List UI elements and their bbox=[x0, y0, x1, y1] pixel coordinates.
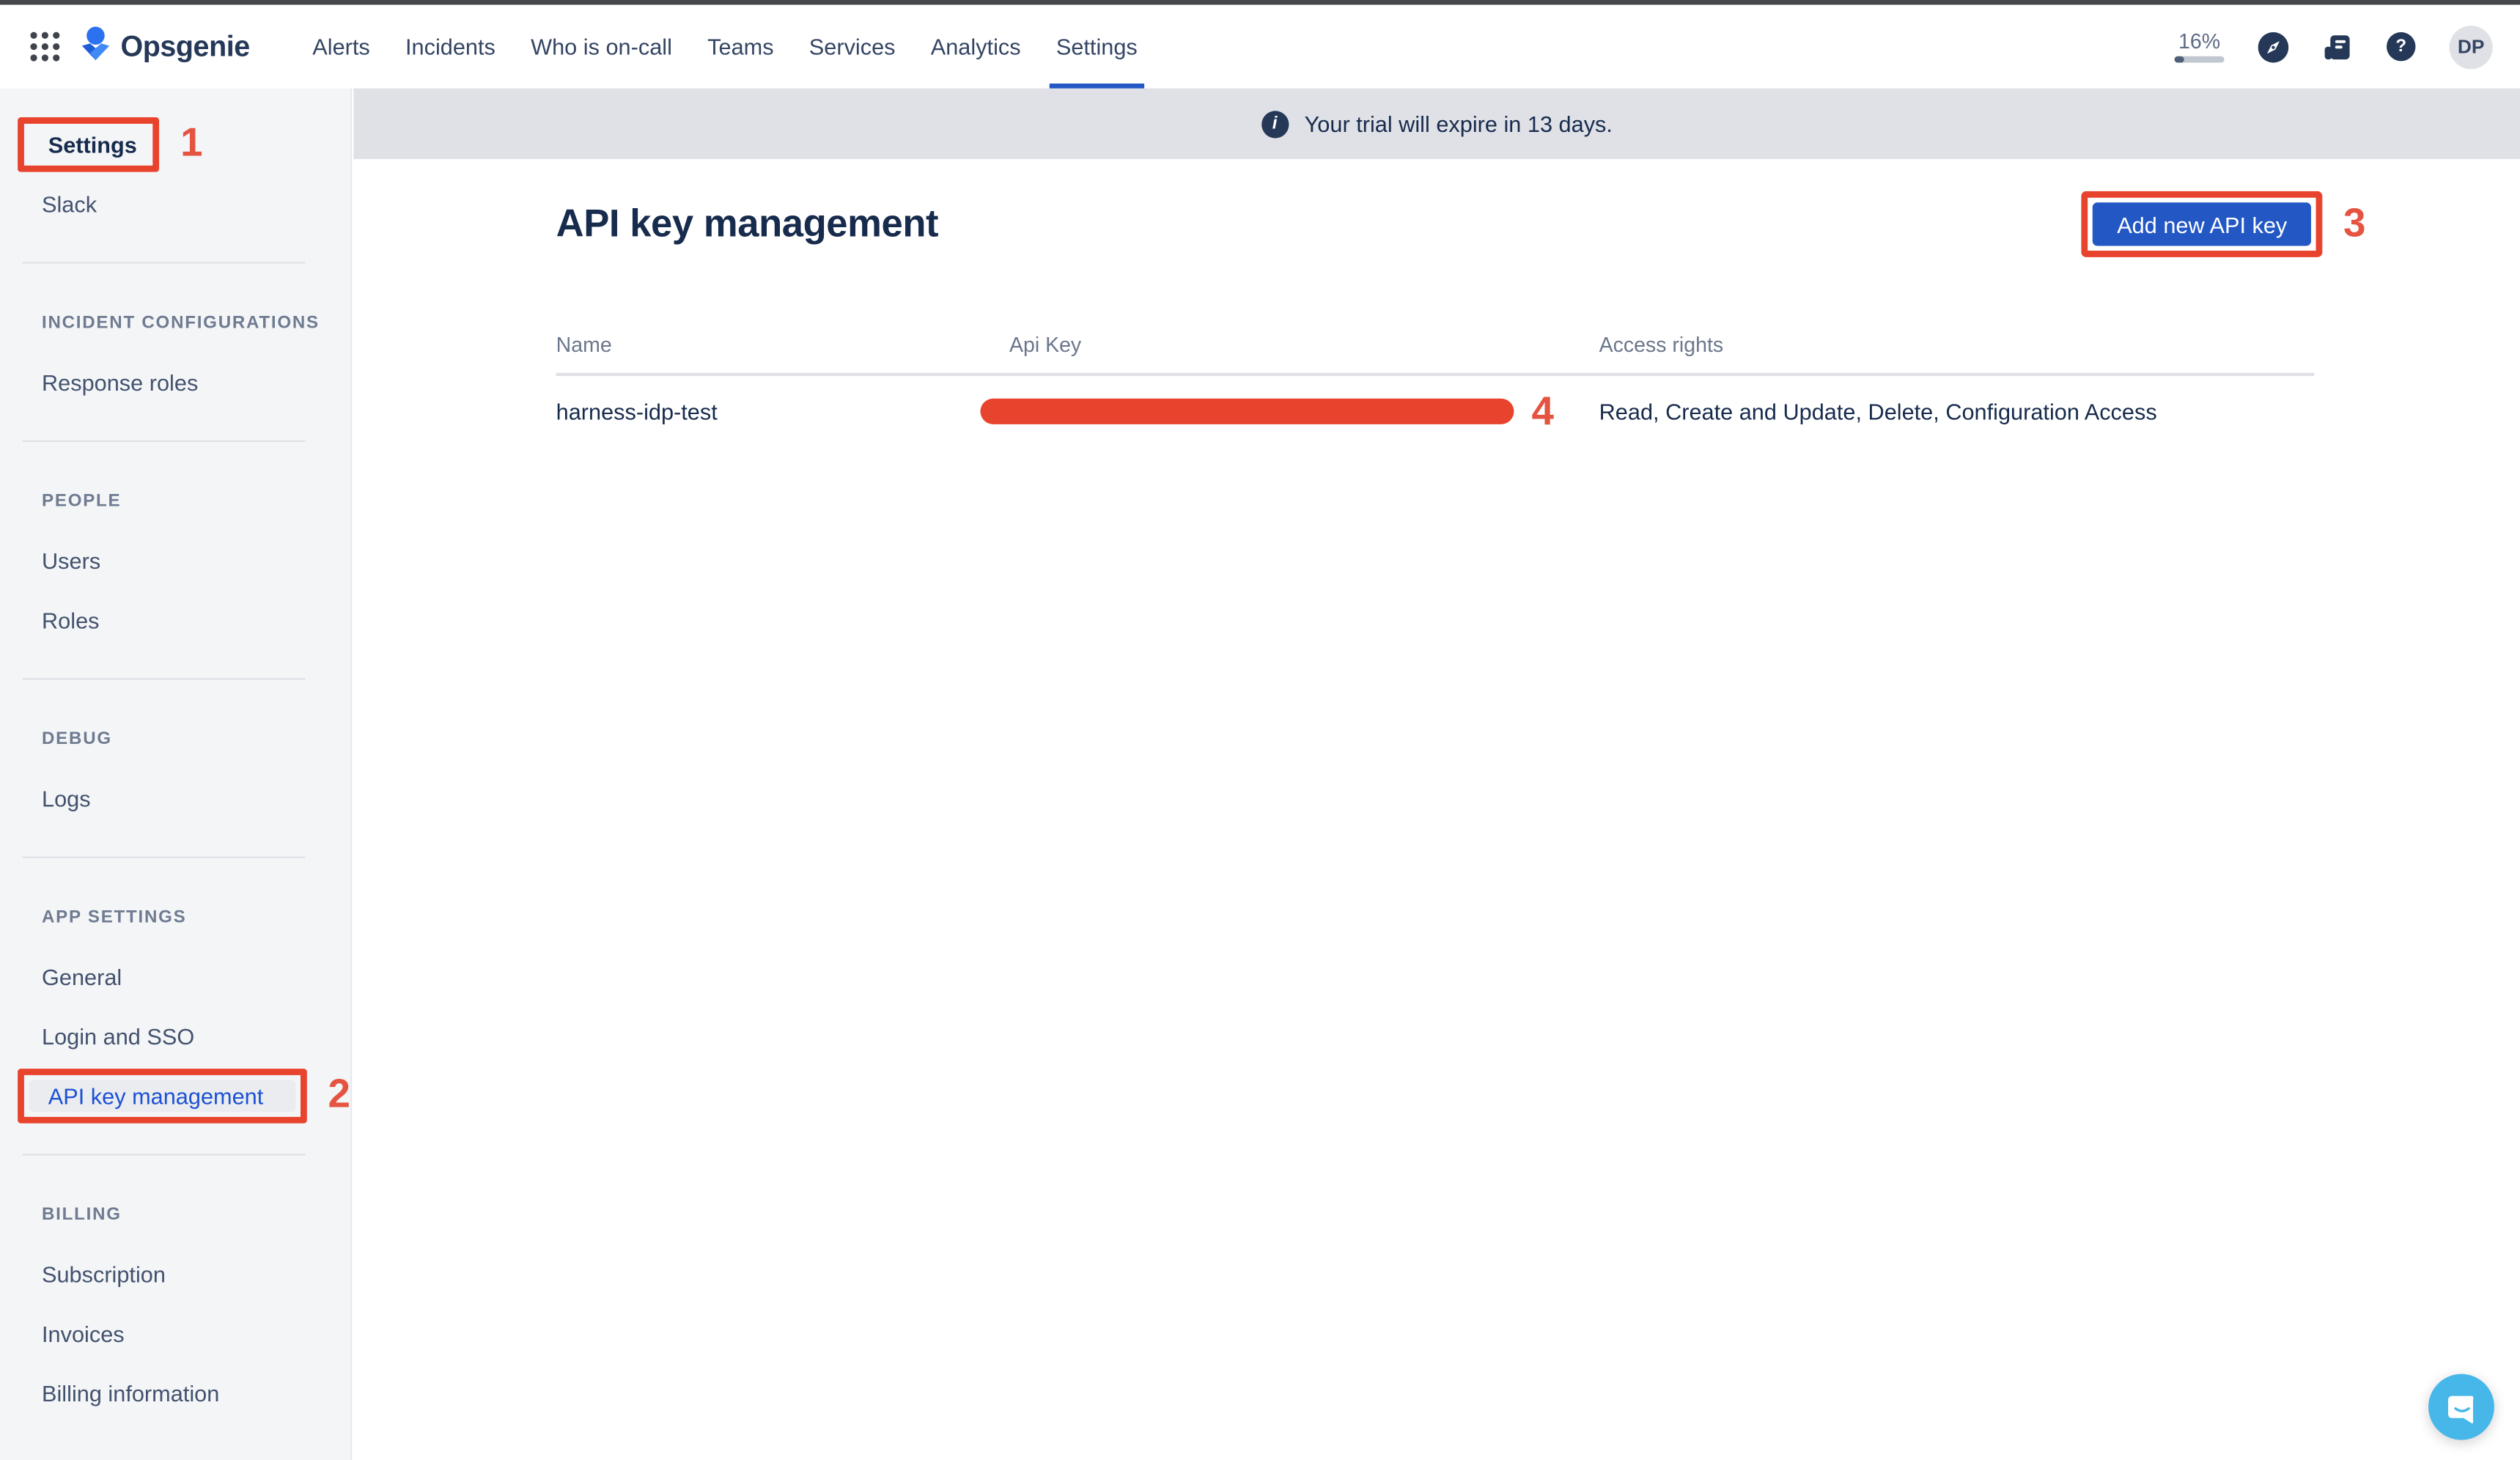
sidebar-item-api-key-management: API key management 2 bbox=[0, 1066, 350, 1125]
annotation-box-3: Add new API key bbox=[2082, 191, 2323, 257]
page-title: API key management bbox=[556, 202, 938, 247]
sidebar-divider bbox=[23, 856, 306, 858]
sidebar-item-general: General bbox=[0, 946, 350, 1006]
info-icon: i bbox=[1261, 110, 1288, 137]
opsgenie-settings-page: Opsgenie AlertsIncidentsWho is on-callTe… bbox=[0, 0, 2520, 1460]
annotation-number-4: 4 bbox=[1532, 391, 1554, 432]
sidebar-divider bbox=[23, 262, 306, 264]
trial-usage-bar bbox=[2175, 56, 2225, 63]
page-header-row: API key management Add new API key 3 bbox=[556, 201, 2315, 249]
sidebar-divider-row bbox=[0, 1125, 350, 1184]
sidebar-divider bbox=[23, 678, 306, 680]
sidebar-section-incident-configurations: INCIDENT CONFIGURATIONS bbox=[0, 292, 350, 352]
nav-item-incidents[interactable]: Incidents bbox=[388, 5, 513, 89]
annotation-number-1: 1 bbox=[180, 124, 202, 164]
sidebar-section-billing: BILLING bbox=[0, 1184, 350, 1244]
trial-banner-text: Your trial will expire in 13 days. bbox=[1305, 111, 1613, 136]
api-keys-table-header: NameApi KeyAccess rights bbox=[556, 333, 2315, 376]
sidebar-active-item-highlight: API key management bbox=[29, 1079, 295, 1111]
sidebar-item-label[interactable]: Logs bbox=[42, 785, 91, 811]
sidebar-item-label[interactable]: Slack bbox=[42, 191, 97, 216]
app-switcher-icon[interactable] bbox=[29, 31, 61, 63]
sidebar-item-login-and-sso: Login and SSO bbox=[0, 1006, 350, 1066]
add-new-api-key-button[interactable]: Add new API key bbox=[2093, 202, 2311, 246]
table-row: harness-idp-test4Read, Create and Update… bbox=[556, 395, 2315, 427]
api-key-redaction-overlay bbox=[980, 399, 1514, 424]
sidebar-item-label[interactable]: Invoices bbox=[42, 1320, 125, 1346]
nav-item-teams[interactable]: Teams bbox=[690, 5, 792, 89]
product-name: Opsgenie bbox=[120, 30, 249, 64]
annotation-number-3: 3 bbox=[2343, 204, 2365, 244]
chat-launcher-button[interactable] bbox=[2428, 1374, 2494, 1440]
column-header-access-rights: Access rights bbox=[1599, 333, 2315, 357]
news-icon[interactable] bbox=[2322, 32, 2353, 62]
compass-icon[interactable] bbox=[2258, 32, 2289, 62]
sidebar-item-logs: Logs bbox=[0, 768, 350, 827]
sidebar-divider bbox=[23, 440, 306, 442]
trial-usage-fill bbox=[2175, 56, 2184, 63]
nav-item-services[interactable]: Services bbox=[792, 5, 913, 89]
column-header-api-key: Api Key bbox=[1009, 333, 1599, 357]
settings-sidebar: Settings 1 Slack INCIDENT CONFIGURATIONS Res… bbox=[0, 89, 352, 1460]
sidebar-item-slack: Slack bbox=[0, 174, 350, 233]
nav-item-settings[interactable]: Settings bbox=[1039, 5, 1155, 89]
topbar-right: 16% ? DP bbox=[2175, 5, 2520, 89]
sidebar-section-app-settings: APP SETTINGS bbox=[0, 887, 350, 946]
sidebar-section-label: BILLING bbox=[42, 1204, 122, 1223]
top-navigation-bar: Opsgenie AlertsIncidentsWho is on-callTe… bbox=[0, 5, 2520, 89]
api-key-name-cell: harness-idp-test bbox=[556, 399, 1009, 424]
sidebar-section-label: APP SETTINGS bbox=[42, 907, 187, 926]
sidebar-divider bbox=[23, 1154, 306, 1156]
sidebar-item-label[interactable]: Users bbox=[42, 548, 100, 573]
opsgenie-logo-icon bbox=[81, 26, 111, 67]
trial-usage-percent: 16% bbox=[2178, 31, 2220, 54]
help-icon[interactable]: ? bbox=[2387, 32, 2415, 61]
nav-item-who-is-on-call[interactable]: Who is on-call bbox=[513, 5, 690, 89]
sidebar-item-label[interactable]: Roles bbox=[42, 607, 99, 633]
chat-bubble-icon bbox=[2444, 1390, 2479, 1425]
sidebar-item-users: Users bbox=[0, 531, 350, 590]
sidebar-item-label[interactable]: Login and SSO bbox=[42, 1023, 194, 1049]
user-avatar[interactable]: DP bbox=[2450, 25, 2493, 68]
opsgenie-logo[interactable]: Opsgenie bbox=[81, 26, 250, 67]
column-header-name: Name bbox=[556, 333, 1009, 357]
sidebar-item-label[interactable]: General bbox=[42, 963, 122, 989]
api-key-value-cell: 4 bbox=[1009, 391, 1599, 432]
sidebar-item-label[interactable]: Subscription bbox=[42, 1261, 166, 1286]
sidebar-item-settings: Settings 1 bbox=[0, 114, 350, 174]
nav-item-analytics[interactable]: Analytics bbox=[913, 5, 1039, 89]
sidebar-section-label: INCIDENT CONFIGURATIONS bbox=[42, 312, 320, 331]
sidebar-divider-row bbox=[0, 649, 350, 709]
sidebar-item-label[interactable]: Settings bbox=[48, 131, 137, 157]
main-content: API key management Add new API key 3 Nam… bbox=[353, 159, 2520, 1460]
annotation-box-1: Settings bbox=[18, 117, 159, 172]
sidebar-divider-row bbox=[0, 233, 350, 292]
nav-item-alerts[interactable]: Alerts bbox=[295, 5, 388, 89]
sidebar-item-invoices: Invoices bbox=[0, 1303, 350, 1363]
sidebar-section-people: PEOPLE bbox=[0, 471, 350, 530]
topbar-left: Opsgenie AlertsIncidentsWho is on-callTe… bbox=[29, 5, 1154, 89]
sidebar-item-roles: Roles bbox=[0, 590, 350, 649]
trial-banner: i Your trial will expire in 13 days. bbox=[353, 89, 2520, 159]
annotation-box-2: API key management bbox=[18, 1068, 307, 1123]
api-keys-table: NameApi KeyAccess rights harness-idp-tes… bbox=[556, 333, 2315, 427]
sidebar-item-subscription: Subscription bbox=[0, 1244, 350, 1303]
api-keys-table-body: harness-idp-test4Read, Create and Update… bbox=[556, 395, 2315, 427]
sidebar-section-debug: DEBUG bbox=[0, 709, 350, 768]
primary-nav: AlertsIncidentsWho is on-callTeamsServic… bbox=[295, 5, 1155, 89]
add-key-cluster: Add new API key 3 bbox=[2082, 191, 2366, 257]
sidebar-section-label: PEOPLE bbox=[42, 491, 121, 510]
sidebar-divider-row bbox=[0, 411, 350, 471]
sidebar-section-label: DEBUG bbox=[42, 729, 112, 748]
sidebar-item-label[interactable]: Response roles bbox=[42, 369, 198, 394]
sidebar-item-label[interactable]: Billing information bbox=[42, 1379, 219, 1405]
sidebar-divider-row bbox=[0, 827, 350, 887]
sidebar-item-label[interactable]: API key management bbox=[48, 1083, 264, 1108]
sidebar-item-billing-information: Billing information bbox=[0, 1363, 350, 1422]
trial-usage-indicator[interactable]: 16% bbox=[2175, 31, 2225, 63]
annotation-number-2: 2 bbox=[328, 1075, 350, 1116]
access-rights-cell: Read, Create and Update, Delete, Configu… bbox=[1599, 399, 2315, 424]
sidebar-item-response-roles: Response roles bbox=[0, 352, 350, 411]
